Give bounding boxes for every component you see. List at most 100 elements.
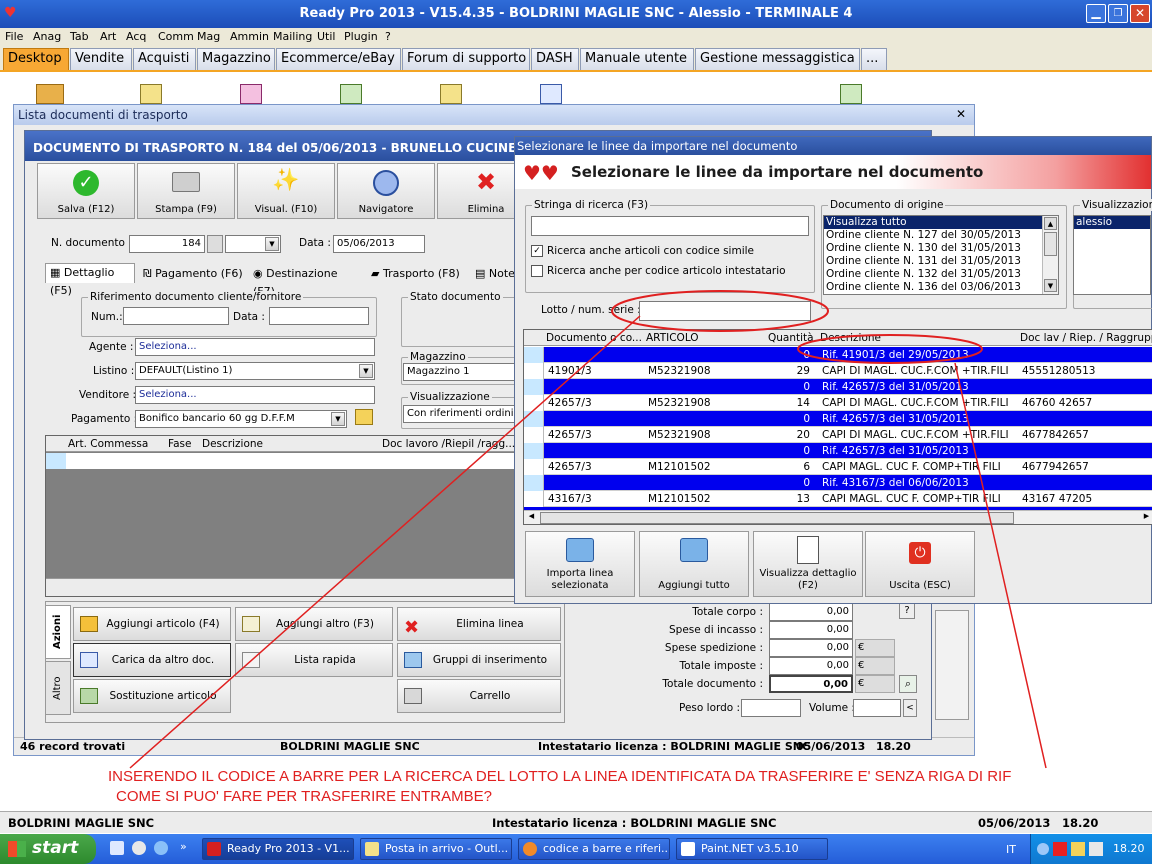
menu-art[interactable]: Art xyxy=(100,28,116,45)
restore-button[interactable]: ❐ xyxy=(1108,4,1128,23)
close-button[interactable]: ✕ xyxy=(1130,4,1150,23)
ndoc-field[interactable]: 184 xyxy=(129,235,205,253)
menu-ammin[interactable]: Ammin xyxy=(230,28,269,45)
list-item[interactable]: Ordine cliente N. 130 del 31/05/2013 xyxy=(824,242,1058,255)
start-button[interactable]: start xyxy=(0,834,96,864)
taskbar-item-firefox[interactable]: codice a barre e riferi... xyxy=(518,838,670,860)
chevron-right-icon[interactable]: ▶ xyxy=(1140,512,1152,524)
table-row[interactable]: 41901/3 M52321908 29 CAPI DI MAGL. CUC.F.CO… xyxy=(524,363,1152,379)
taskbar-item-readypro[interactable]: Ready Pro 2013 - V1... xyxy=(202,838,354,860)
menu-anag[interactable]: Anag xyxy=(33,28,61,45)
list-item[interactable]: alessio xyxy=(1074,216,1150,229)
tab-desktop[interactable]: Desktop xyxy=(3,48,69,70)
reference-row[interactable]: 0 Rif. 43167/3 del 06/06/2013 xyxy=(524,475,1152,491)
menu-help[interactable]: ? xyxy=(385,28,391,45)
search-input[interactable] xyxy=(531,216,809,236)
agente-field[interactable]: Seleziona... xyxy=(135,338,375,356)
tray-arrow-icon[interactable] xyxy=(1037,843,1049,855)
minimize-button[interactable]: ▁ xyxy=(1086,4,1106,23)
spese-spedizione-field[interactable]: 0,00 xyxy=(769,639,853,657)
importa-linea-button[interactable]: Importa linea selezionata xyxy=(525,531,635,597)
zoom-icon[interactable]: ⌕ xyxy=(899,675,917,693)
menu-tab[interactable]: Tab xyxy=(70,28,89,45)
tab-forum[interactable]: Forum di supporto xyxy=(402,48,530,70)
check-codice-intestatario[interactable]: Ricerca anche per codice articolo intest… xyxy=(531,265,786,277)
lotto-input[interactable] xyxy=(639,301,811,321)
grid-hscroll[interactable] xyxy=(46,578,520,596)
lines-grid[interactable]: Documento o co... ARTICOLO Quantità Desc… xyxy=(523,329,1152,525)
list-item[interactable]: Ordine cliente N. 132 del 31/05/2013 xyxy=(824,268,1058,281)
gruppi-inserimento-button[interactable]: Gruppi di inserimento xyxy=(397,643,561,677)
lista-rapida-button[interactable]: Lista rapida xyxy=(235,643,393,677)
num-field[interactable] xyxy=(123,307,229,325)
carica-da-altro-doc-button[interactable]: Carica da altro doc. xyxy=(73,643,231,677)
menu-acq[interactable]: Acq xyxy=(126,28,146,45)
visual-field[interactable]: Con riferimenti ordini c xyxy=(403,405,519,423)
reference-row[interactable]: 0 Rif. 42657/3 del 31/05/2013 xyxy=(524,379,1152,395)
quicklaunch-ie-icon[interactable] xyxy=(154,841,168,855)
list-item[interactable]: Visualizza tutto xyxy=(824,216,1042,229)
magazzino-field[interactable]: Magazzino 1 xyxy=(403,363,519,381)
subtab-pagamento[interactable]: ₪ Pagamento (F6) xyxy=(143,265,243,283)
aggiungi-tutto-button[interactable]: Aggiungi tutto xyxy=(639,531,749,597)
aggiungi-altro-button[interactable]: Aggiungi altro (F3) xyxy=(235,607,393,641)
reference-row[interactable]: 0 Rif. 42657/3 del 31/05/2013 xyxy=(524,443,1152,459)
taskbar-item-paintnet[interactable]: Paint.NET v3.5.10 xyxy=(676,838,828,860)
peso-field[interactable] xyxy=(741,699,801,717)
navigatore-button[interactable]: Navigatore xyxy=(337,163,435,219)
spese-incasso-field[interactable]: 0,00 xyxy=(769,621,853,639)
tray-icon[interactable] xyxy=(1053,842,1067,856)
tray-clock[interactable]: 18.20 xyxy=(1113,842,1145,855)
tray-icon[interactable] xyxy=(1089,842,1103,856)
subtab-trasporto[interactable]: ▰ Trasporto (F8) xyxy=(371,265,467,283)
vis-list[interactable]: alessio xyxy=(1073,215,1151,295)
salva-button[interactable]: ✓ Salva (F12) xyxy=(37,163,135,219)
check-codice-simile[interactable]: ✓ Ricerca anche articoli con codice simil… xyxy=(531,245,754,257)
side-tab-azioni[interactable]: Azioni xyxy=(45,605,71,659)
tab-acquisti[interactable]: Acquisti xyxy=(133,48,196,70)
aggiungi-articolo-button[interactable]: Aggiungi articolo (F4) xyxy=(73,607,231,641)
row-indicator[interactable] xyxy=(524,363,544,379)
list-item[interactable]: Ordine cliente N. 131 del 31/05/2013 xyxy=(824,255,1058,268)
menu-plugin[interactable]: Plugin xyxy=(344,28,378,45)
desktop-doc-icon[interactable] xyxy=(440,84,462,104)
visualizza-dettaglio-button[interactable]: Visualizza dettaglio (F2) xyxy=(753,531,863,597)
table-row[interactable]: 42657/3 M12101502 6 CAPI MAGL. CUC F. COMP+… xyxy=(524,459,1152,475)
chevron-down-icon[interactable]: ▼ xyxy=(1044,279,1057,292)
subtab-note[interactable]: ▤ Note xyxy=(475,265,515,283)
row-indicator[interactable] xyxy=(524,459,544,475)
row-indicator[interactable] xyxy=(524,443,544,459)
tab-dash[interactable]: DASH xyxy=(531,48,579,70)
quicklaunch-explorer-icon[interactable] xyxy=(110,841,124,855)
menu-util[interactable]: Util xyxy=(317,28,335,45)
sostituzione-articolo-button[interactable]: Sostituzione articolo xyxy=(73,679,231,713)
pagamento-select[interactable]: Bonifico bancario 60 gg D.F.F.M ▼ xyxy=(135,410,347,428)
scroll-thumb[interactable] xyxy=(1044,232,1057,256)
ndoc-spin[interactable] xyxy=(207,235,223,253)
data2-field[interactable] xyxy=(269,307,369,325)
reference-row[interactable]: 0 Rif. 41901/3 del 29/05/2013 xyxy=(524,347,1152,363)
quicklaunch-media-icon[interactable] xyxy=(132,841,146,855)
tab-more[interactable]: ... xyxy=(861,48,887,70)
elimina-linea-button[interactable]: ✖ Elimina linea xyxy=(397,607,561,641)
tab-ecommerce[interactable]: Ecommerce/eBay xyxy=(276,48,401,70)
folder-icon[interactable] xyxy=(355,409,373,425)
menu-mailing[interactable]: Mailing xyxy=(273,28,312,45)
desktop-doc-icon[interactable] xyxy=(340,84,362,104)
table-row[interactable]: 42657/3 M52321908 14 CAPI DI MAGL. CUC.F.CO… xyxy=(524,395,1152,411)
grid-new-row[interactable] xyxy=(46,453,520,469)
lines-hscroll[interactable]: ◀ ▶ xyxy=(524,510,1152,524)
menu-mag[interactable]: Mag xyxy=(197,28,220,45)
desktop-doc-icon[interactable] xyxy=(840,84,862,104)
chevron-left-icon[interactable]: ◀ xyxy=(525,512,538,524)
desktop-box-icon[interactable] xyxy=(36,84,64,104)
row-indicator[interactable] xyxy=(524,379,544,395)
row-indicator[interactable] xyxy=(524,427,544,443)
tab-magazzino[interactable]: Magazzino xyxy=(197,48,275,70)
origin-scrollbar[interactable]: ▲ ▼ xyxy=(1042,216,1058,294)
desktop-doc-icon[interactable] xyxy=(140,84,162,104)
menu-file[interactable]: File xyxy=(5,28,23,45)
desktop-doc-icon[interactable] xyxy=(240,84,262,104)
subtab-dettaglio[interactable]: ▦ Dettaglio (F5) xyxy=(45,263,135,297)
list-item[interactable]: Ordine cliente N. 127 del 30/05/2013 xyxy=(824,229,1058,242)
